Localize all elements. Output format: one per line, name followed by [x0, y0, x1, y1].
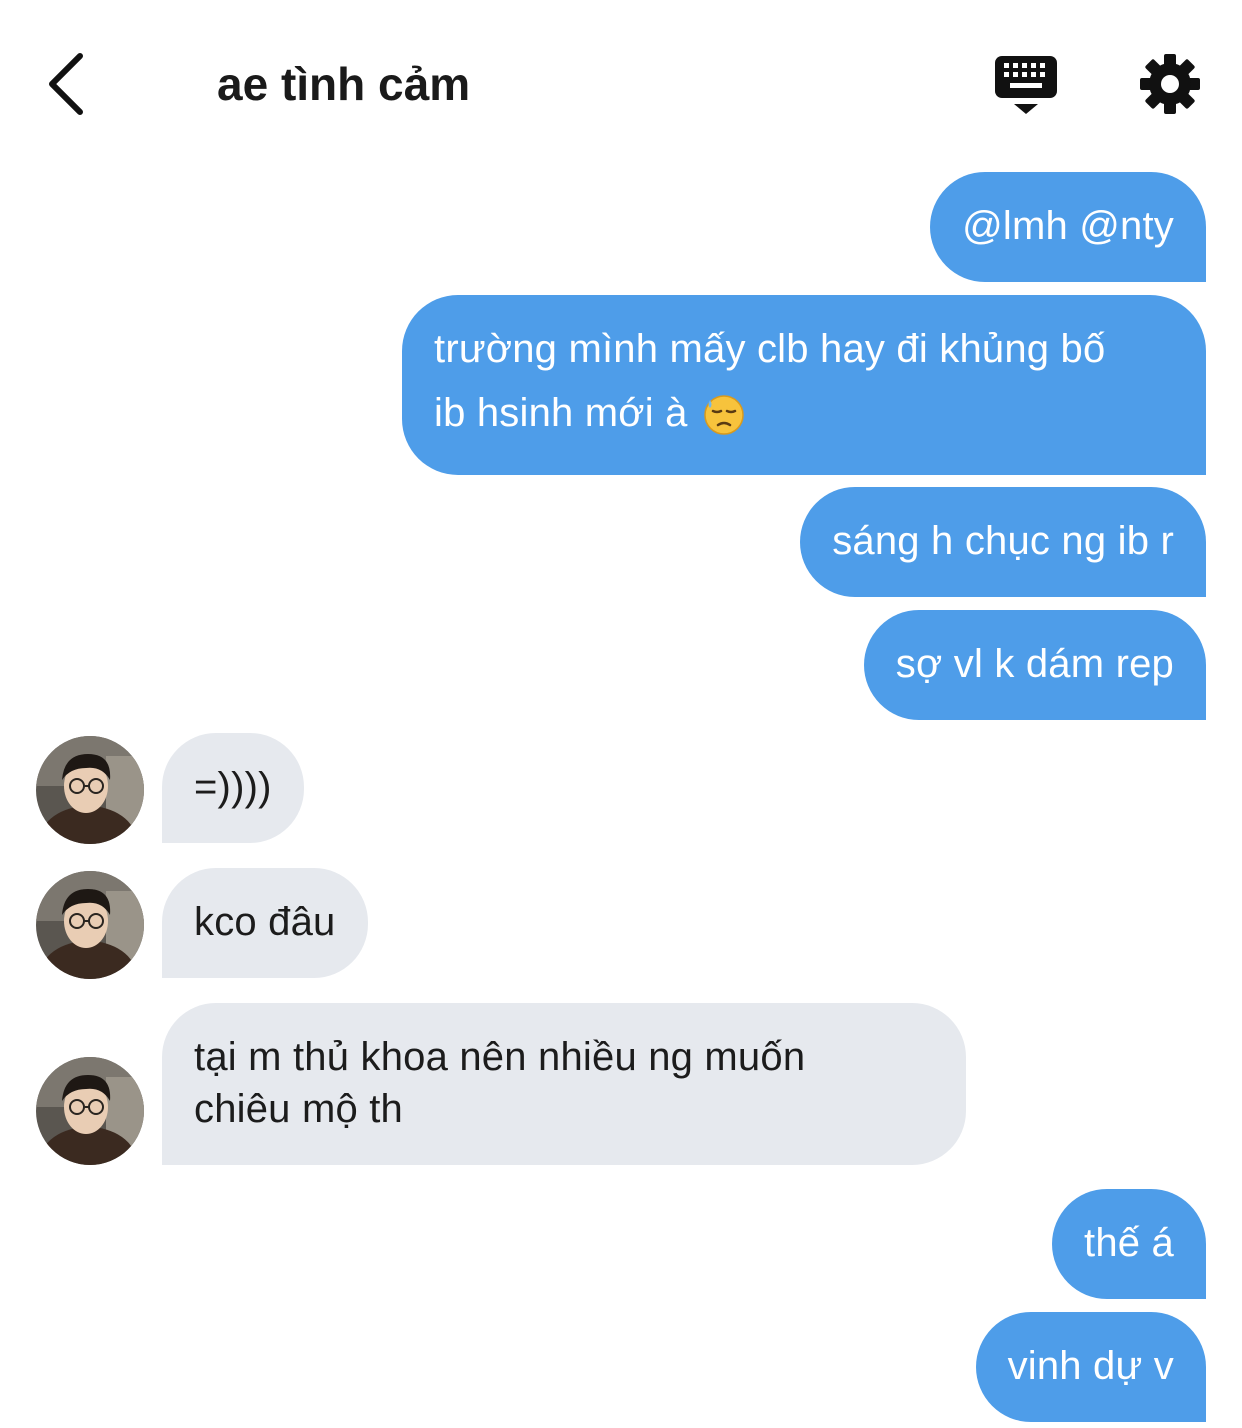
keyboard-icon	[995, 56, 1057, 114]
chevron-left-icon	[49, 53, 83, 115]
chat-title: ae tình cảm	[217, 58, 471, 110]
keyboard-toggle-button[interactable]	[992, 52, 1060, 120]
avatar-photo	[36, 736, 144, 844]
message-text: ib hsinh mới à	[434, 391, 688, 435]
avatar-photo	[36, 871, 144, 979]
avatar[interactable]	[36, 1057, 144, 1165]
avatar[interactable]	[36, 736, 144, 844]
message-bubble-incoming[interactable]: kco đâu	[162, 868, 368, 978]
gear-icon	[1140, 54, 1200, 114]
message-text: =))))	[194, 765, 272, 809]
message-text: tại m thủ khoa nên nhiều ng muốn	[194, 1035, 806, 1079]
message-text: kco đâu	[194, 900, 336, 944]
message-bubble-outgoing[interactable]: sáng h chục ng ib r	[800, 487, 1206, 597]
message-bubble-outgoing[interactable]: sợ vl k dám rep	[863, 610, 1206, 720]
message-text: trường mình mấy clb hay đi khủng bố	[434, 327, 1106, 371]
message-text: sợ vl k dám rep	[895, 642, 1174, 686]
chat-header: ae tình cảm	[0, 0, 1242, 150]
message-bubble-outgoing[interactable]: vinh dự v	[975, 1312, 1206, 1422]
message-text: vinh dự v	[1007, 1344, 1174, 1388]
avatar[interactable]	[36, 871, 144, 979]
downcast-face-with-sweat-emoji	[704, 395, 744, 435]
avatar-photo	[36, 1057, 144, 1165]
message-bubble-incoming[interactable]: =))))	[162, 733, 304, 843]
message-text: thế á	[1084, 1221, 1174, 1265]
message-bubble-outgoing[interactable]: @lmh @nty	[930, 172, 1206, 282]
message-bubble-incoming[interactable]: tại m thủ khoa nên nhiều ng muốn chiêu m…	[162, 1003, 966, 1165]
message-bubble-outgoing[interactable]: trường mình mấy clb hay đi khủng bố ib h…	[402, 295, 1206, 475]
message-text: chiêu mộ th	[194, 1087, 403, 1131]
back-button[interactable]	[38, 46, 98, 122]
message-text: sáng h chục ng ib r	[832, 519, 1174, 563]
message-bubble-outgoing[interactable]: thế á	[1052, 1189, 1206, 1299]
message-text: @lmh @nty	[962, 204, 1174, 248]
settings-button[interactable]	[1138, 52, 1202, 116]
